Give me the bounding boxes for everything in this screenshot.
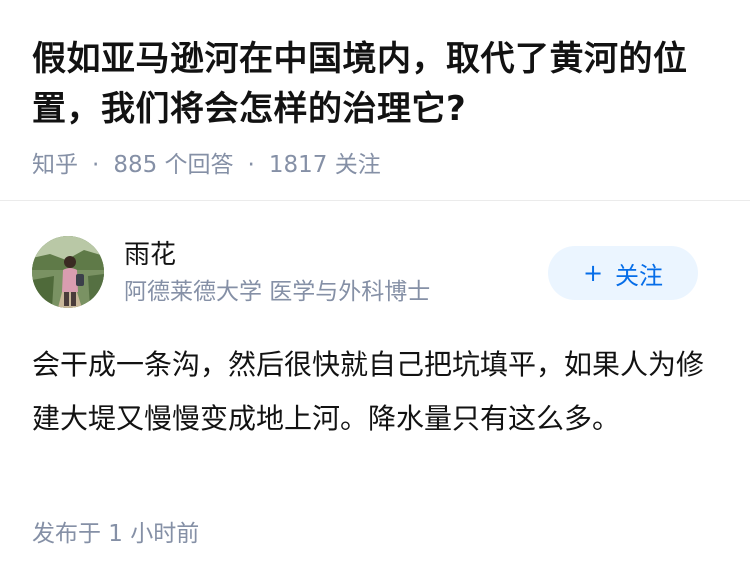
author-card: 雨花 阿德莱德大学 医学与外科博士 + 关注: [32, 236, 718, 312]
avatar[interactable]: [32, 236, 104, 308]
author-bio: 阿德莱德大学 医学与外科博士: [124, 279, 431, 305]
answers-count[interactable]: 885 个回答: [113, 150, 233, 180]
answer-content[interactable]: 会干成一条沟，然后很快就自己把坑填平，如果人为修建大堤又慢慢变成地上河。降水量只…: [32, 338, 712, 446]
author-name[interactable]: 雨花: [124, 238, 176, 272]
meta-separator: ·: [247, 152, 255, 178]
question-meta: 知乎 · 885 个回答 · 1817 关注: [32, 150, 722, 180]
source-label[interactable]: 知乎: [32, 150, 78, 180]
avatar-image: [32, 236, 104, 308]
meta-separator: ·: [92, 152, 100, 178]
follow-label: 关注: [615, 261, 664, 290]
answer-timestamp: 发布于 1 小时前: [32, 521, 200, 547]
followers-count[interactable]: 1817 关注: [269, 150, 381, 180]
section-divider: [0, 200, 750, 201]
question-title[interactable]: 假如亚马逊河在中国境内，取代了黄河的位置，我们将会怎样的治理它?: [32, 34, 722, 134]
question-header: 假如亚马逊河在中国境内，取代了黄河的位置，我们将会怎样的治理它? 知乎 · 88…: [32, 34, 722, 180]
follow-button[interactable]: + 关注: [548, 246, 698, 300]
plus-icon: +: [582, 259, 604, 287]
